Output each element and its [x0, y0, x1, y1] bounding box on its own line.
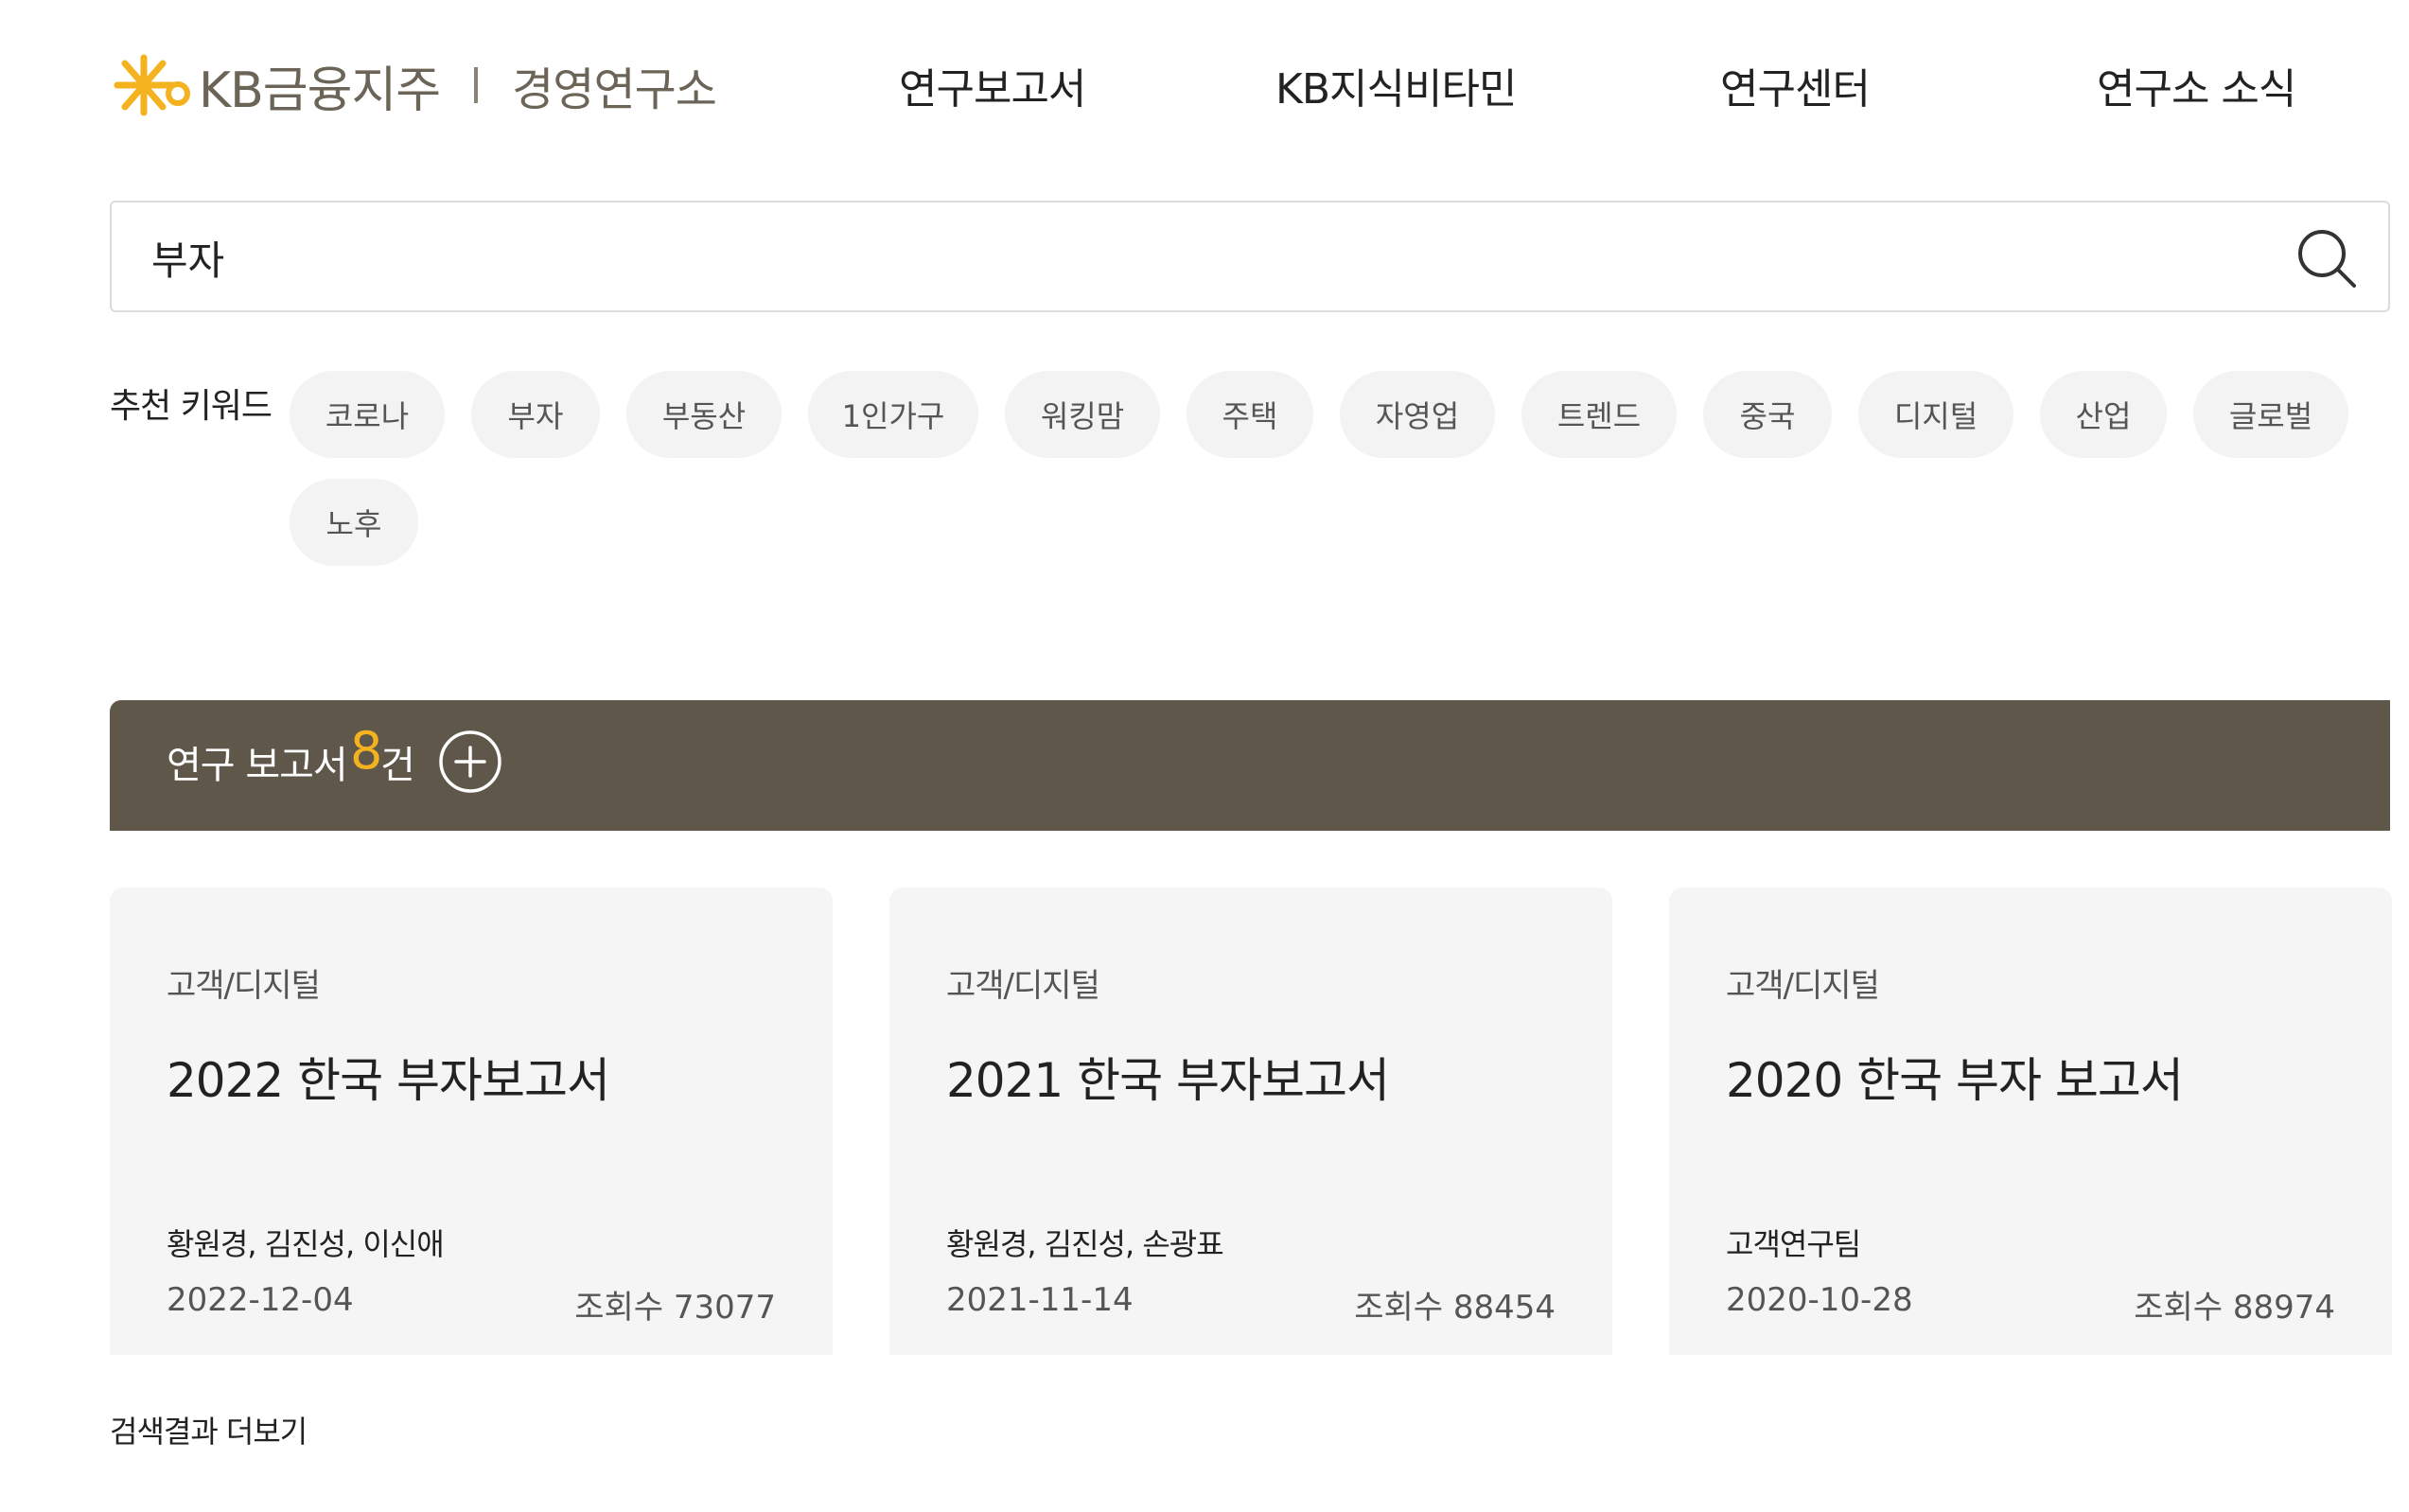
nav-institute-news[interactable]: 연구소 소식 [2097, 47, 2296, 123]
kb-star-icon [114, 54, 190, 116]
keyword-chip[interactable]: 1인가구 [808, 371, 978, 458]
report-card[interactable]: 고객/디지털 2020 한국 부자 보고서 고객연구팀 2020-10-28 조… [1669, 888, 2392, 1355]
report-views: 조회수 73077 [574, 1289, 776, 1327]
keyword-chip[interactable]: 글로벌 [2193, 371, 2348, 458]
more-results-link[interactable]: 검색결과 더보기 [110, 1408, 308, 1451]
nav-research-center[interactable]: 연구센터 [1720, 47, 1871, 123]
keyword-chip[interactable]: 부자 [471, 371, 600, 458]
search-box [110, 201, 2390, 312]
results-count: 8 [350, 721, 383, 781]
report-title[interactable]: 2021 한국 부자보고서 [946, 1043, 1390, 1111]
keyword-chip[interactable]: 트렌드 [1521, 371, 1677, 458]
report-date: 2020-10-28 [1726, 1281, 1913, 1319]
report-views: 조회수 88454 [1354, 1289, 1556, 1327]
keyword-chip[interactable]: 디지털 [1858, 371, 2013, 458]
keyword-chip[interactable]: 노후 [290, 479, 418, 566]
report-authors: 황원경, 김진성, 손광표 [946, 1226, 1224, 1262]
results-title: 연구 보고서 [167, 744, 348, 787]
recommended-keywords-label: 추천 키워드 [110, 387, 273, 426]
report-card[interactable]: 고객/디지털 2021 한국 부자보고서 황원경, 김진성, 손광표 2021-… [889, 888, 1612, 1355]
report-title[interactable]: 2020 한국 부자 보고서 [1726, 1043, 2184, 1111]
brand-name: KB금융지주 [199, 62, 441, 119]
search-icon[interactable] [2294, 225, 2360, 291]
report-date: 2021-11-14 [946, 1281, 1134, 1319]
keyword-chip[interactable]: 코로나 [290, 371, 445, 458]
sub-brand-name: 경영연구소 [512, 63, 717, 116]
report-views: 조회수 88974 [2134, 1289, 2335, 1327]
report-date: 2022-12-04 [167, 1281, 354, 1319]
keyword-chip[interactable]: 주택 [1187, 371, 1313, 458]
search-input[interactable] [149, 221, 2216, 293]
results-header-bar: 연구 보고서 8 건 [110, 700, 2390, 831]
keyword-chip[interactable]: 부동산 [626, 371, 782, 458]
report-authors: 고객연구팀 [1726, 1226, 1861, 1262]
report-category: 고객/디지털 [946, 967, 1100, 1005]
page: KB금융지주 경영연구소 연구보고서 KB지식비타민 연구센터 연구소 소식 추… [0, 0, 2409, 1512]
keyword-chip[interactable]: 산업 [2040, 371, 2167, 458]
keyword-chip[interactable]: 워킹맘 [1005, 371, 1160, 458]
expand-plus-icon[interactable] [437, 729, 503, 795]
report-category: 고객/디지털 [167, 967, 321, 1005]
kb-logo[interactable]: KB금융지주 경영연구소 [108, 47, 717, 123]
report-authors: 황원경, 김진성, 이신애 [167, 1226, 445, 1262]
report-category: 고객/디지털 [1726, 967, 1880, 1005]
nav-research-reports[interactable]: 연구보고서 [899, 47, 1086, 123]
keyword-chip[interactable]: 중국 [1703, 371, 1832, 458]
report-title[interactable]: 2022 한국 부자보고서 [167, 1043, 610, 1111]
report-card[interactable]: 고객/디지털 2022 한국 부자보고서 황원경, 김진성, 이신애 2022-… [110, 888, 833, 1355]
nav-kb-knowledge-vitamin[interactable]: KB지식비타민 [1275, 47, 1517, 123]
results-count-unit: 건 [380, 744, 415, 787]
logo-divider [474, 67, 479, 103]
keyword-chip[interactable]: 자영업 [1340, 371, 1495, 458]
